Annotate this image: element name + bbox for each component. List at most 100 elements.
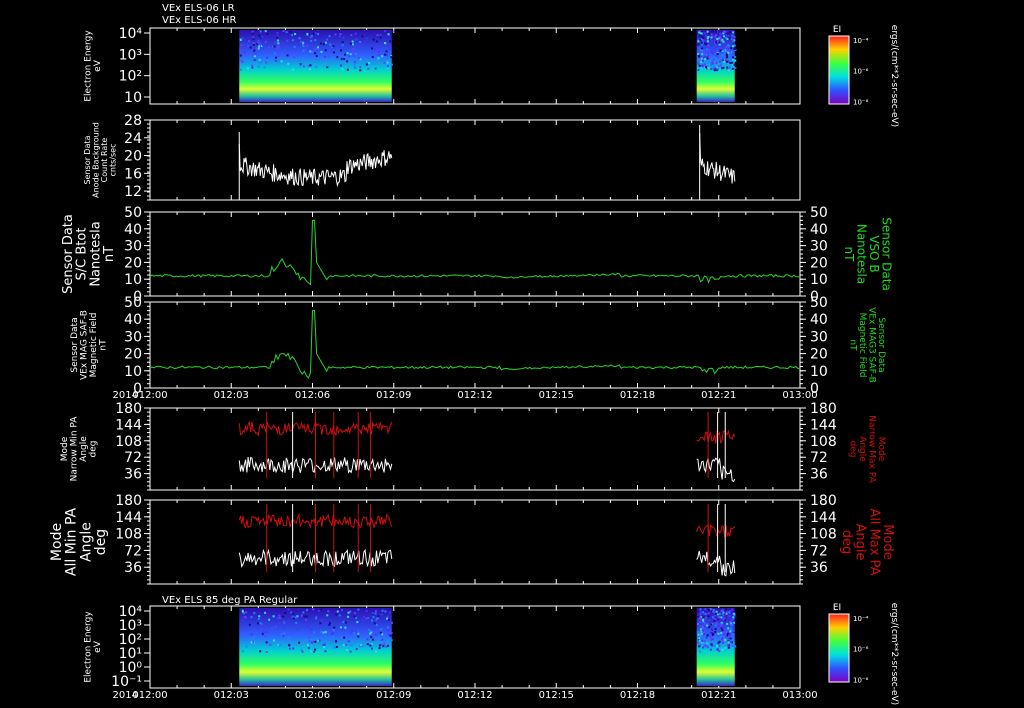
spectrogram-pixel (341, 41, 344, 44)
y-tick-label-right: 72 (810, 450, 828, 466)
spectrogram-pixel (366, 638, 369, 641)
y-axis-right-label-line: nT (842, 247, 856, 263)
spectrogram-pixel (711, 633, 714, 636)
min-pa-line (696, 457, 736, 483)
spectrogram-pixel (290, 52, 293, 55)
colorbar-tick-label: 10⁻⁸ (853, 676, 869, 684)
spectrogram-pixel (276, 36, 279, 39)
spectrogram-pixel (733, 36, 736, 39)
spectrogram-pixel (370, 619, 373, 622)
spectrogram-pixel (278, 614, 281, 617)
spectrogram-pixel (341, 68, 344, 71)
spectrogram-pixel (733, 44, 736, 47)
spectrogram-pixel (310, 47, 313, 50)
spectrogram-pixel (732, 56, 735, 59)
count-rate-line (238, 143, 393, 188)
spectrogram-pixel (723, 46, 726, 49)
spectrogram-pixel (373, 622, 376, 625)
spectrogram-pixel (254, 58, 257, 61)
spectrogram-pixel (287, 62, 290, 65)
spectrogram-pixel (291, 612, 294, 615)
spectrogram-pixel (385, 645, 388, 648)
x-tick-label: 012:06 (295, 390, 330, 401)
spectrogram-pixel (264, 611, 267, 614)
spectrogram-pixel (365, 609, 368, 612)
spectrogram-pixel (716, 616, 719, 619)
spectrogram-pixel (701, 611, 704, 614)
spectrogram-pixel (359, 58, 362, 61)
spectrogram-pixel (320, 50, 323, 53)
spectrogram-pixel (718, 650, 721, 653)
spectrogram-pixel (265, 641, 268, 644)
spectrogram-pixel (734, 67, 737, 70)
spectrogram-pixel (733, 63, 736, 66)
spectrogram-pixel (367, 617, 370, 620)
spectrogram-pixel (380, 613, 383, 616)
spectrogram-pixel (697, 610, 700, 613)
spectrogram-pixel (707, 615, 710, 618)
spectrogram-pixel (714, 39, 717, 42)
spectrogram-pixel (728, 37, 731, 40)
spectrogram-pixel (702, 56, 705, 59)
spectrogram-pixel (306, 44, 309, 47)
spectrogram-pixel (704, 608, 707, 611)
spectrogram-pixel (371, 55, 374, 58)
y-tick-label: 10³ (119, 47, 142, 63)
spectrogram-pixel (713, 50, 716, 53)
spectrogram-pixel (706, 634, 709, 637)
spectrogram-pixel (734, 48, 737, 51)
spectrogram-pixel (734, 59, 737, 62)
spectrogram-pixel (696, 630, 699, 633)
spectrogram-pixel (379, 33, 382, 36)
spectrogram-pixel (725, 45, 728, 48)
spectrogram-pixel (360, 43, 363, 46)
spectrogram-pixel (715, 34, 718, 37)
spectrogram-pixel (273, 45, 276, 48)
x-tick-label: 012:09 (376, 390, 411, 401)
spectrogram-pixel (276, 34, 279, 37)
spectrogram-pixel (315, 55, 318, 58)
spectrogram-pixel (370, 636, 373, 639)
spectrogram-pixel (383, 61, 386, 64)
x-tick-label: 012:18 (620, 390, 655, 401)
spectrogram-pixel (710, 62, 713, 65)
spectrogram-pixel (295, 621, 298, 624)
y-tick-label: 20 (124, 255, 142, 271)
spectrogram-pixel (381, 55, 384, 58)
spectrogram-pixel (718, 43, 721, 46)
spectrogram-pixel (309, 50, 312, 53)
spectrogram-pixel (723, 31, 726, 34)
spectrogram-pixel (320, 608, 323, 611)
spectrogram-pixel (255, 48, 258, 51)
spectrogram-pixel (704, 619, 707, 622)
spectrogram-pixel (243, 51, 246, 54)
spectrogram-pixel (713, 47, 716, 50)
spectrogram-pixel (307, 47, 310, 50)
spectrogram-pixel (347, 640, 350, 643)
spectrogram-pixel (716, 645, 719, 648)
spectrogram-pixel (338, 614, 341, 617)
spectrogram-pixel (328, 622, 331, 625)
spectrogram-pixel (322, 43, 325, 46)
spectrogram-pixel (287, 608, 290, 611)
spectrogram-pixel (346, 68, 349, 71)
spectrogram-pixel (246, 67, 249, 70)
spectrogram-pixel (712, 610, 715, 613)
spectrogram-pixel (258, 615, 261, 618)
spectrogram-pixel (732, 616, 735, 619)
spectrogram-pixel (713, 644, 716, 647)
spectrogram-pixel (252, 36, 255, 39)
spectrogram-pixel (374, 43, 377, 46)
spectrogram-pixel (714, 36, 717, 39)
y-tick-label: 36 (124, 560, 142, 576)
spectrogram-pixel (721, 38, 724, 41)
spectrogram-pixel (294, 616, 297, 619)
spectrogram-pixel (282, 30, 285, 33)
spectrogram-pixel (716, 37, 719, 40)
y-tick-label-right: 30 (810, 329, 828, 345)
y-axis-label-p6: ModeAll Min PAAngledeg (49, 507, 109, 576)
y-tick-label-right: 36 (810, 467, 828, 483)
spectrogram-pixel (354, 32, 357, 35)
y-tick-label-right: 40 (810, 222, 828, 238)
spectrogram-pixel (306, 64, 309, 67)
